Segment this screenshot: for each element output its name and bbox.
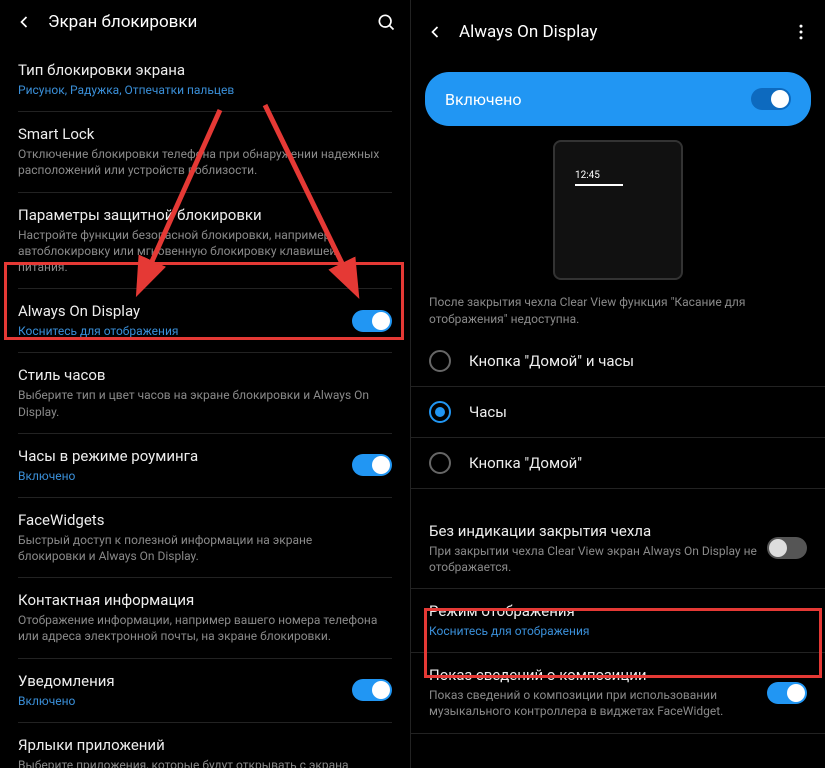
enabled-label: Включено <box>445 90 521 109</box>
clearview-note: После закрытия чехла Clear View функция … <box>411 280 825 336</box>
lock-screen-settings-pane: Экран блокировки Тип блокировки экрана Ри… <box>0 0 411 768</box>
item-sub: Настройте функции безопасной блокировки,… <box>18 227 382 276</box>
aod-settings-pane: Always On Display Включено 12:45 После з… <box>411 0 825 768</box>
back-icon[interactable] <box>425 22 445 42</box>
toggle[interactable] <box>767 537 807 559</box>
back-icon[interactable] <box>14 12 34 32</box>
radio-label: Часы <box>469 403 507 421</box>
radio-option[interactable]: Часы <box>411 387 825 438</box>
preview-line <box>575 184 623 186</box>
toggle[interactable] <box>352 310 392 332</box>
item-title: Контактная информация <box>18 591 382 609</box>
more-icon[interactable] <box>791 22 811 42</box>
item-title: FaceWidgets <box>18 511 382 529</box>
setting-row[interactable]: Без индикации закрытия чехла При закрытии… <box>411 509 825 589</box>
radio-label: Кнопка "Домой" <box>469 454 582 472</box>
item-sub: Включено <box>18 693 342 709</box>
setting-row[interactable]: Стиль часов Выберите тип и цвет часов на … <box>18 353 392 433</box>
item-sub: При закрытии чехла Clear View экран Alwa… <box>429 543 757 575</box>
search-icon[interactable] <box>376 12 396 32</box>
setting-row[interactable]: Ярлыки приложений Выберите приложения, ко… <box>18 723 392 768</box>
radio-option[interactable]: Кнопка "Домой" <box>411 438 825 489</box>
item-sub: Выберите тип и цвет часов на экране блок… <box>18 387 382 419</box>
item-title: Тип блокировки экрана <box>18 61 382 79</box>
enabled-toggle[interactable] <box>751 88 791 110</box>
radio-option[interactable]: Кнопка "Домой" и часы <box>411 336 825 387</box>
item-sub: Коснитесь для отображения <box>18 323 342 339</box>
radio-label: Кнопка "Домой" и часы <box>469 352 634 370</box>
item-sub: Рисунок, Радужка, Отпечатки пальцев <box>18 82 382 98</box>
setting-row[interactable]: Часы в режиме роуминга Включено <box>18 434 392 498</box>
item-title: Без индикации закрытия чехла <box>429 522 757 540</box>
toggle[interactable] <box>352 679 392 701</box>
radio-icon <box>429 350 451 372</box>
radio-icon <box>429 401 451 423</box>
item-sub: Показ сведений о композиции при использо… <box>429 687 757 719</box>
setting-row[interactable]: Режим отображения Коснитесь для отображен… <box>411 589 825 653</box>
aod-preview: 12:45 <box>553 140 683 280</box>
setting-row[interactable]: Контактная информация Отображение информа… <box>18 578 392 658</box>
item-title: Показ сведений о композиции <box>429 666 757 684</box>
right-header: Always On Display <box>411 0 825 58</box>
item-sub: Коснитесь для отображения <box>429 623 797 639</box>
setting-row[interactable]: Параметры защитной блокировки Настройте ф… <box>18 193 392 290</box>
item-sub: Отображение информации, например вашего … <box>18 612 382 644</box>
radio-icon <box>429 452 451 474</box>
item-sub: Быстрый доступ к полезной информации на … <box>18 532 382 564</box>
item-sub: Выберите приложения, которые будут откры… <box>18 757 382 768</box>
item-title: Always On Display <box>18 302 342 320</box>
toggle[interactable] <box>352 454 392 476</box>
item-title: Smart Lock <box>18 125 382 143</box>
enabled-banner[interactable]: Включено <box>425 72 811 126</box>
setting-row[interactable]: Показ сведений о композиции Показ сведени… <box>411 653 825 733</box>
item-title: Уведомления <box>18 672 342 690</box>
item-sub: Отключение блокировки телефона при обнар… <box>18 146 382 178</box>
right-header-title: Always On Display <box>459 22 777 42</box>
setting-row[interactable]: Always On Display Коснитесь для отображен… <box>18 289 392 353</box>
left-section: Тип блокировки экрана Рисунок, Радужка, О… <box>0 48 410 768</box>
setting-row[interactable]: FaceWidgets Быстрый доступ к полезной инф… <box>18 498 392 578</box>
item-title: Режим отображения <box>429 602 797 620</box>
setting-row[interactable]: Smart Lock Отключение блокировки телефона… <box>18 112 392 192</box>
left-header-title: Экран блокировки <box>48 12 362 32</box>
preview-time: 12:45 <box>575 170 600 181</box>
item-title: Часы в режиме роуминга <box>18 447 342 465</box>
item-title: Параметры защитной блокировки <box>18 206 382 224</box>
setting-row[interactable]: Уведомления Включено <box>18 659 392 723</box>
setting-row[interactable]: Тип блокировки экрана Рисунок, Радужка, О… <box>18 48 392 112</box>
item-title: Ярлыки приложений <box>18 736 382 754</box>
item-title: Стиль часов <box>18 366 382 384</box>
toggle[interactable] <box>767 682 807 704</box>
left-header: Экран блокировки <box>0 0 410 48</box>
item-sub: Включено <box>18 468 342 484</box>
